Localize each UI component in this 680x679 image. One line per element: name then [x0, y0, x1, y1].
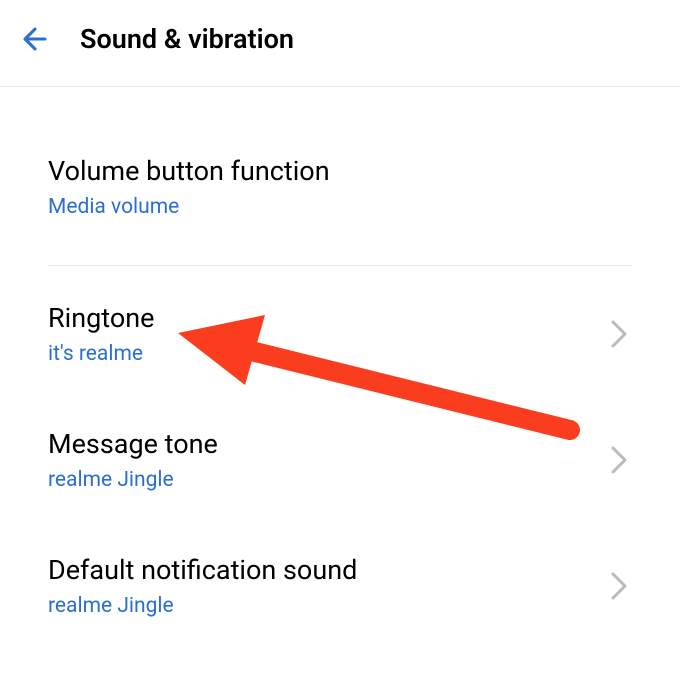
back-button[interactable]	[18, 22, 52, 56]
setting-value: realme Jingle	[48, 468, 218, 492]
setting-value: realme Jingle	[48, 594, 357, 618]
chevron-right-icon	[610, 319, 632, 349]
setting-title: Message tone	[48, 428, 218, 460]
setting-ringtone[interactable]: Ringtone it's realme	[48, 284, 632, 384]
page-title: Sound & vibration	[80, 23, 294, 55]
setting-value: it's realme	[48, 342, 154, 366]
setting-title: Ringtone	[48, 302, 154, 334]
setting-value: Media volume	[48, 195, 330, 219]
arrow-left-icon	[18, 22, 52, 56]
header: Sound & vibration	[0, 0, 680, 78]
chevron-right-icon	[610, 571, 632, 601]
setting-default-notification[interactable]: Default notification sound realme Jingle	[48, 536, 632, 636]
setting-title: Volume button function	[48, 155, 330, 187]
setting-volume-button-function[interactable]: Volume button function Media volume	[48, 137, 632, 237]
setting-title: Default notification sound	[48, 554, 357, 586]
section-divider	[48, 265, 632, 266]
setting-message-tone[interactable]: Message tone realme Jingle	[48, 410, 632, 510]
chevron-right-icon	[610, 445, 632, 475]
content-area: Volume button function Media volume Ring…	[0, 87, 680, 636]
